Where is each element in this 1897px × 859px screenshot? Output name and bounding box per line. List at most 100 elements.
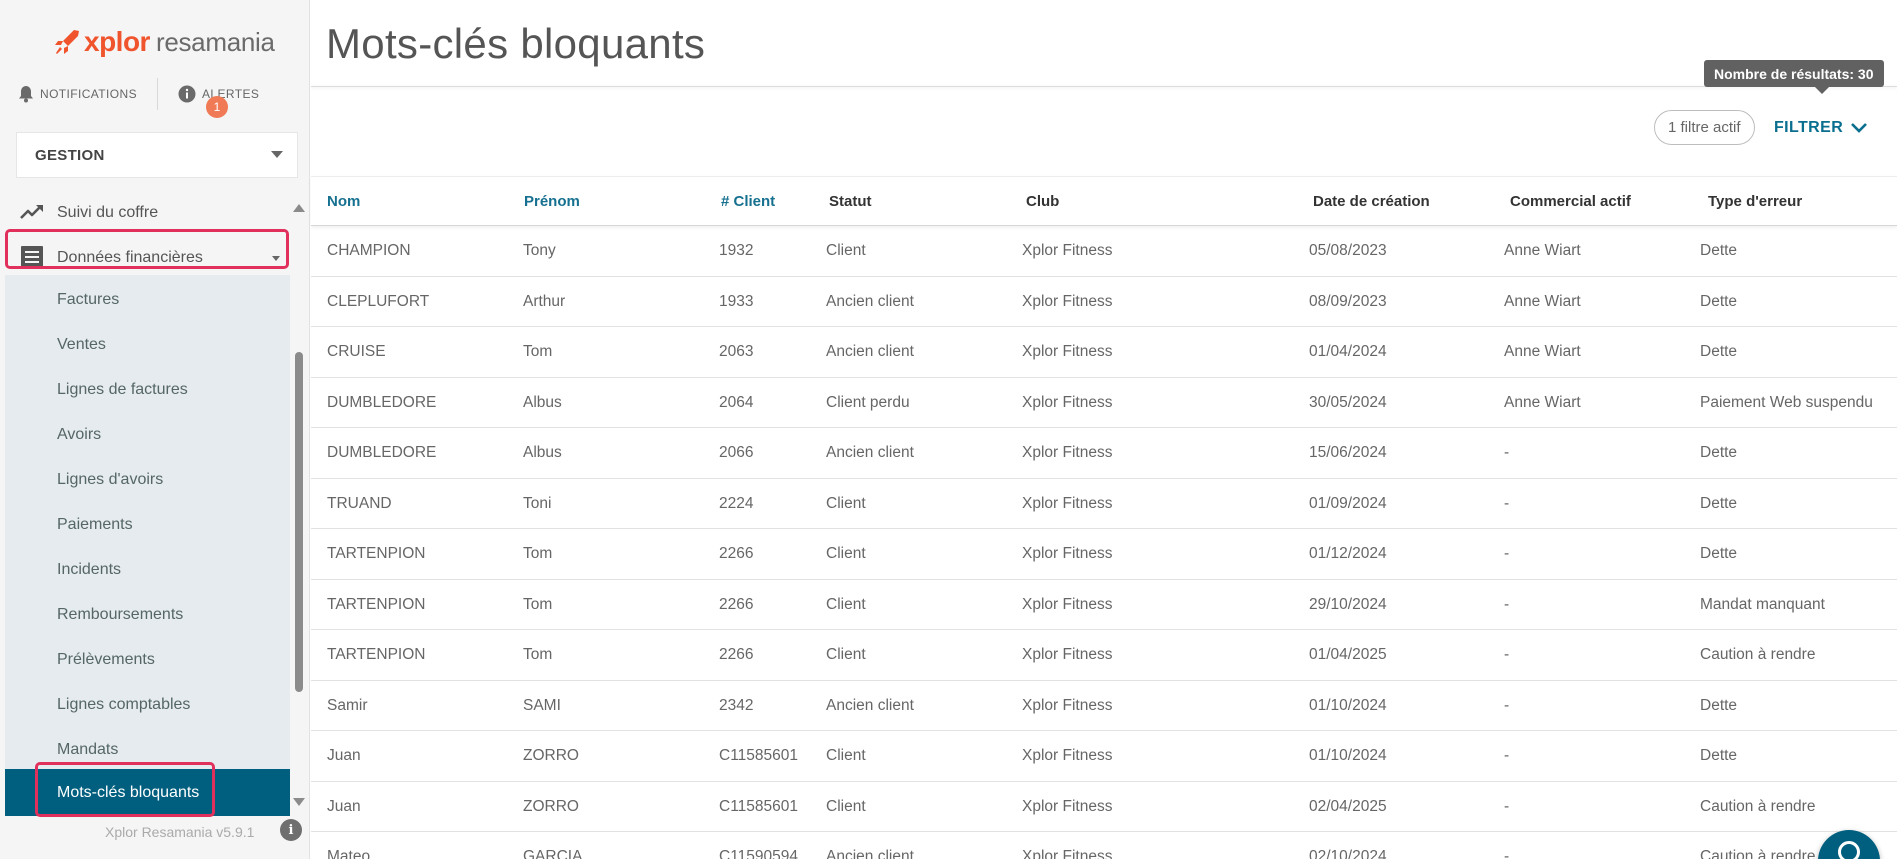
sidebar-subitem-mots-cles-bloquants[interactable]: Mots-clés bloquants xyxy=(5,769,290,816)
cell-commercial: - xyxy=(1504,646,1510,663)
table-row[interactable]: TARTENPION Tom 2266 Client Xplor Fitness 01/0… xyxy=(311,630,1897,681)
cell-type-erreur: Dette xyxy=(1700,343,1738,360)
cell-statut: Client xyxy=(826,545,866,562)
cell-commercial: - xyxy=(1504,545,1510,562)
table-row[interactable]: CHAMPION Tony 1932 Client Xplor Fitness 05/08… xyxy=(311,226,1897,277)
sidebar-subitem-incidents[interactable]: Incidents xyxy=(5,547,290,592)
cell-date-creation: 01/04/2025 xyxy=(1309,646,1387,663)
cell-type-erreur: Dette xyxy=(1700,444,1738,461)
cell-commercial: - xyxy=(1504,696,1510,714)
table-row[interactable]: DUMBLEDORE Albus 2066 Ancien client Xplor Fi… xyxy=(311,428,1897,479)
cell-type-erreur: Caution à rendre xyxy=(1700,646,1816,663)
cell-prenom: Tom xyxy=(523,545,553,562)
cell-statut: Client xyxy=(826,242,866,259)
table-row[interactable]: DUMBLEDORE Albus 2064 Client perdu Xplor Fit… xyxy=(311,378,1897,428)
cell-nom: TRUAND xyxy=(327,494,392,512)
cell-client: 2266 xyxy=(719,646,754,663)
notifications-link[interactable]: NOTIFICATIONS xyxy=(18,85,137,103)
cell-commercial: Anne Wiart xyxy=(1504,393,1581,411)
sidebar-subitem-lignes-factures[interactable]: Lignes de factures xyxy=(5,367,290,412)
column-header-commercial: Commercial actif xyxy=(1510,193,1631,210)
alerts-count-badge: 1 xyxy=(206,96,228,118)
table-row[interactable]: TARTENPION Tom 2266 Client Xplor Fitness 01/1… xyxy=(311,529,1897,580)
cell-club: Xplor Fitness xyxy=(1022,494,1113,512)
cell-date-creation: 08/09/2023 xyxy=(1309,292,1387,310)
cell-date-creation: 30/05/2024 xyxy=(1309,393,1387,411)
column-header-date-creation: Date de création xyxy=(1313,193,1430,210)
cell-type-erreur: Dette xyxy=(1700,292,1738,310)
sidebar-subitem-lignes-comptables[interactable]: Lignes comptables xyxy=(5,682,290,727)
sidebar-item-donnees-financieres[interactable]: Données financières xyxy=(0,235,290,280)
trending-up-icon xyxy=(20,205,43,219)
sidebar-subitem-remboursements[interactable]: Remboursements xyxy=(5,592,290,637)
cell-club: Xplor Fitness xyxy=(1022,646,1113,663)
cell-nom: DUMBLEDORE xyxy=(327,444,437,461)
column-header-nom[interactable]: Nom xyxy=(327,193,360,210)
cell-prenom: ZORRO xyxy=(523,747,579,764)
column-header-prenom[interactable]: Prénom xyxy=(524,193,580,210)
filter-button[interactable]: FILTRER xyxy=(1774,114,1868,142)
sidebar-subitem-avoirs[interactable]: Avoirs xyxy=(5,412,290,457)
column-header-client[interactable]: # Client xyxy=(721,193,775,210)
cell-date-creation: 01/10/2024 xyxy=(1309,696,1387,714)
table-row[interactable]: Samir SAMI 2342 Ancien client Xplor Fitness 0… xyxy=(311,681,1897,731)
cell-nom: DUMBLEDORE xyxy=(327,393,437,411)
cell-statut: Client xyxy=(826,595,866,613)
cell-date-creation: 29/10/2024 xyxy=(1309,595,1387,613)
scroll-down-arrow[interactable] xyxy=(293,798,305,806)
cell-commercial: - xyxy=(1504,747,1510,764)
cell-date-creation: 02/04/2025 xyxy=(1309,797,1387,815)
active-filters-chip[interactable]: 1 filtre actif xyxy=(1654,110,1755,145)
cell-statut: Client xyxy=(826,747,866,764)
cell-statut: Client xyxy=(826,494,866,512)
cell-prenom: Toni xyxy=(523,494,552,512)
section-label: GESTION xyxy=(35,146,105,164)
cell-client: C11585601 xyxy=(719,797,799,815)
section-dropdown[interactable]: GESTION xyxy=(16,132,298,178)
scroll-up-arrow[interactable] xyxy=(293,204,305,212)
table-row[interactable]: TARTENPION Tom 2266 Client Xplor Fitness 29/1… xyxy=(311,580,1897,630)
cell-nom: Juan xyxy=(327,747,361,764)
cell-client: 1933 xyxy=(719,292,754,310)
cell-client: 2063 xyxy=(719,343,754,360)
sidebar-subitem-prelevements[interactable]: Prélèvements xyxy=(5,637,290,682)
info-icon xyxy=(178,85,196,103)
logo-product-text: resamania xyxy=(155,26,275,57)
cell-client: 2342 xyxy=(719,696,754,714)
table-row[interactable]: Mateo GARCIA C11590594 Ancien client Xplor F… xyxy=(311,832,1897,859)
sidebar-subitem-lignes-avoirs[interactable]: Lignes d'avoirs xyxy=(5,457,290,502)
app-logo[interactable]: xplor resamania xyxy=(52,22,275,62)
cell-statut: Ancien client xyxy=(826,848,914,859)
topnav-divider xyxy=(156,78,158,110)
sidebar-menu: Suivi du coffre Données financières Fact… xyxy=(0,190,310,818)
cell-type-erreur: Mandat manquant xyxy=(1700,595,1825,613)
chat-icon xyxy=(1838,841,1860,859)
sidebar-subitem-ventes[interactable]: Ventes xyxy=(5,322,290,367)
cell-nom: Samir xyxy=(327,696,368,714)
sidebar-subitem-mandats[interactable]: Mandats xyxy=(5,727,290,772)
cell-type-erreur: Dette xyxy=(1700,545,1738,562)
cell-type-erreur: Dette xyxy=(1700,494,1738,512)
sidebar-subitem-factures[interactable]: Factures xyxy=(5,277,290,322)
table-header: Nom Prénom # Client Statut Club Date de … xyxy=(311,176,1897,226)
cell-club: Xplor Fitness xyxy=(1022,444,1113,461)
rocket-logo-icon xyxy=(55,30,79,54)
cell-commercial: - xyxy=(1504,444,1510,461)
table-body: CHAMPION Tony 1932 Client Xplor Fitness 05/08… xyxy=(311,226,1897,859)
column-header-statut: Statut xyxy=(829,193,872,210)
sidebar-subitem-paiements[interactable]: Paiements xyxy=(5,502,290,547)
logo-brand-text: xplor xyxy=(84,26,150,57)
cell-type-erreur: Caution à rendre xyxy=(1700,848,1816,859)
sidebar-scrollbar-thumb[interactable] xyxy=(295,352,303,692)
cell-nom: Juan xyxy=(327,797,361,815)
table-row[interactable]: Juan ZORRO C11585601 Client Xplor Fitness 02/… xyxy=(311,782,1897,832)
table-row[interactable]: TRUAND Toni 2224 Client Xplor Fitness 01/09/2… xyxy=(311,479,1897,529)
table-row[interactable]: CRUISE Tom 2063 Ancien client Xplor Fitness 0… xyxy=(311,327,1897,378)
version-info-icon[interactable]: i xyxy=(280,819,302,841)
table-row[interactable]: Juan ZORRO C11585601 Client Xplor Fitness 01/… xyxy=(311,731,1897,782)
table-row[interactable]: CLEPLUFORT Arthur 1933 Ancien client Xplor F… xyxy=(311,277,1897,327)
sidebar-item-suivi-coffre[interactable]: Suivi du coffre xyxy=(0,190,290,235)
cell-club: Xplor Fitness xyxy=(1022,393,1113,411)
cell-club: Xplor Fitness xyxy=(1022,242,1113,259)
cell-date-creation: 01/09/2024 xyxy=(1309,494,1387,512)
